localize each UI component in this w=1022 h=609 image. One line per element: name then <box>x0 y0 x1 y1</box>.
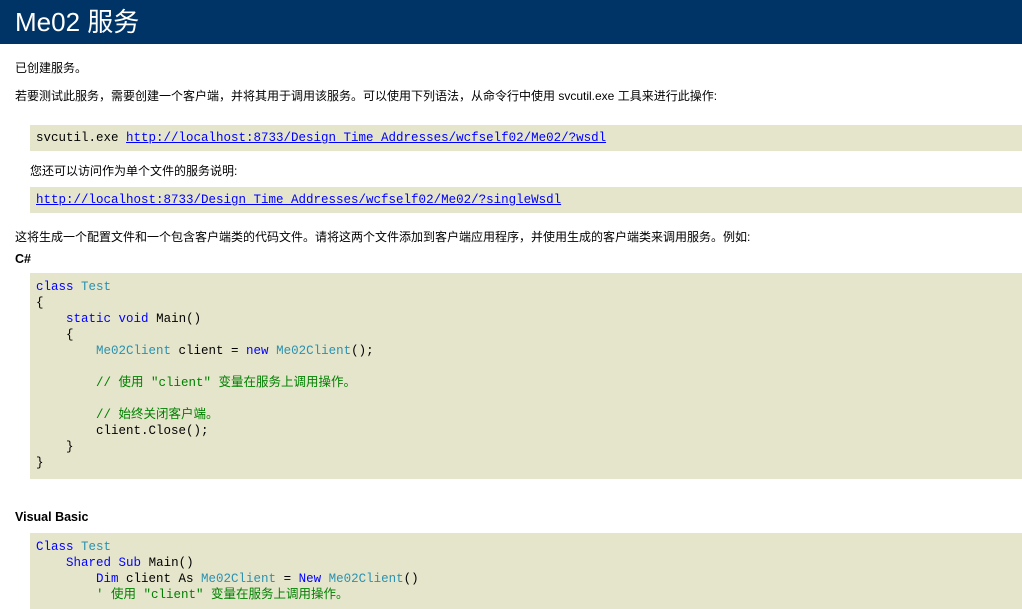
code-keyword: class <box>36 280 74 294</box>
code-keyword: new <box>246 344 269 358</box>
code-text: client As <box>118 572 202 586</box>
code-type: Me02Client <box>96 344 172 358</box>
code-comment: // 使用 "client" 变量在服务上调用操作。 <box>96 376 357 390</box>
code-text: = <box>276 572 299 586</box>
page-title: Me02 服务 <box>0 0 1022 44</box>
generate-info-text: 这将生成一个配置文件和一个包含客户端类的代码文件。请将这两个文件添加到客户端应用… <box>15 230 751 244</box>
code-type: Me02Client <box>328 572 404 586</box>
vb-label: Visual Basic <box>15 510 89 524</box>
code-brace: } <box>66 440 74 454</box>
code-text: () <box>403 572 419 586</box>
code-text: Main() <box>156 312 202 326</box>
single-wsdl-box: http://localhost:8733/Design_Time_Addres… <box>30 187 1022 213</box>
code-comment: // 始终关闭客户端。 <box>96 408 219 422</box>
csharp-label: C# <box>15 252 31 266</box>
svcutil-command: svcutil.exe <box>36 131 127 145</box>
code-keyword: Dim <box>96 572 119 586</box>
wsdl-link[interactable]: http://localhost:8733/Design_Time_Addres… <box>126 131 606 145</box>
code-type: Test <box>81 540 112 554</box>
code-keyword: New <box>298 572 322 586</box>
code-text: Main() <box>148 556 194 570</box>
code-keyword: static <box>66 312 112 326</box>
code-brace: { <box>66 328 74 342</box>
vb-code-block: Class Test Shared Sub Main() Dim client … <box>30 533 1022 609</box>
code-keyword: Shared <box>66 556 112 570</box>
code-type: Me02Client <box>201 572 277 586</box>
created-text: 已创建服务。 <box>15 61 88 75</box>
code-brace: } <box>36 456 44 470</box>
content-area: 已创建服务。 若要测试此服务，需要创建一个客户端，并将其用于调用该服务。可以使用… <box>0 44 1022 609</box>
test-info-text: 若要测试此服务，需要创建一个客户端，并将其用于调用该服务。可以使用下列语法，从命… <box>15 89 718 103</box>
csharp-code-block: class Test { static void Main() { Me02Cl… <box>30 273 1022 479</box>
code-text: client = <box>171 344 247 358</box>
code-type: Test <box>81 280 112 294</box>
code-comment: ' 使用 "client" 变量在服务上调用操作。 <box>96 588 349 602</box>
code-keyword: Sub <box>118 556 142 570</box>
code-brace: { <box>36 296 44 310</box>
code-keyword: void <box>118 312 149 326</box>
wsdl-command-box: svcutil.exe http://localhost:8733/Design… <box>30 125 1022 151</box>
code-text: client.Close(); <box>96 424 209 438</box>
single-wsdl-link[interactable]: http://localhost:8733/Design_Time_Addres… <box>36 193 561 207</box>
code-keyword: Class <box>36 540 74 554</box>
single-file-desc: 您还可以访问作为单个文件的服务说明: <box>30 164 238 178</box>
code-text: (); <box>351 344 374 358</box>
code-type: Me02Client <box>276 344 352 358</box>
